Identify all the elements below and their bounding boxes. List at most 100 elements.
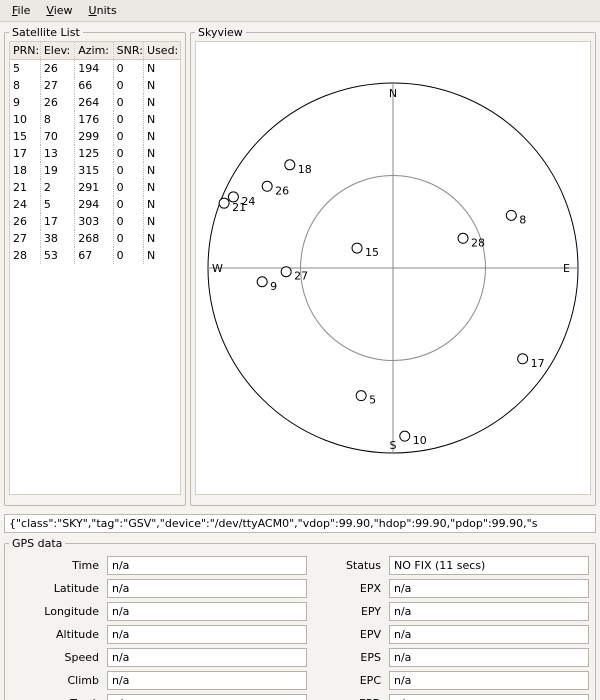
table-row[interactable]: 15702990N <box>10 128 180 145</box>
cell-azim: 67 <box>75 247 113 264</box>
label-time: Time <box>11 559 101 572</box>
satellite-label: 28 <box>471 236 485 249</box>
table-row[interactable]: 26173030N <box>10 213 180 230</box>
cell-used: N <box>144 162 180 179</box>
satellite-label: 10 <box>413 434 427 447</box>
table-row[interactable]: 27382680N <box>10 230 180 247</box>
field-longitude[interactable] <box>107 602 307 621</box>
cell-prn: 26 <box>10 213 40 230</box>
field-climb[interactable] <box>107 671 307 690</box>
label-altitude: Altitude <box>11 628 101 641</box>
table-row[interactable]: 2452940N <box>10 196 180 213</box>
cell-used: N <box>144 196 180 213</box>
field-altitude[interactable] <box>107 625 307 644</box>
field-epy[interactable] <box>389 602 589 621</box>
cell-used: N <box>144 111 180 128</box>
satellite-label: 17 <box>531 357 545 370</box>
cell-snr: 0 <box>113 162 143 179</box>
table-row[interactable]: 5261940N <box>10 60 180 78</box>
field-epd[interactable] <box>389 694 589 700</box>
cell-azim: 303 <box>75 213 113 230</box>
field-track[interactable] <box>107 694 307 700</box>
cell-snr: 0 <box>113 94 143 111</box>
table-row[interactable]: 17131250N <box>10 145 180 162</box>
cell-prn: 28 <box>10 247 40 264</box>
cell-used: N <box>144 179 180 196</box>
header-prn[interactable]: PRN: <box>10 42 40 60</box>
raw-json-line: {"class":"SKY","tag":"GSV","device":"/de… <box>4 514 596 533</box>
cell-prn: 17 <box>10 145 40 162</box>
field-eps[interactable] <box>389 648 589 667</box>
field-status[interactable] <box>389 556 589 575</box>
satellite-marker <box>356 391 366 401</box>
cell-elev: 53 <box>40 247 74 264</box>
cell-azim: 315 <box>75 162 113 179</box>
gps-data-panel: GPS data TimeStatusLatitudeEPXLongitudeE… <box>4 537 596 700</box>
cell-elev: 13 <box>40 145 74 162</box>
field-time[interactable] <box>107 556 307 575</box>
cell-elev: 17 <box>40 213 74 230</box>
cell-prn: 18 <box>10 162 40 179</box>
table-row[interactable]: 827660N <box>10 77 180 94</box>
cell-elev: 26 <box>40 94 74 111</box>
field-epx[interactable] <box>389 579 589 598</box>
satellite-marker <box>518 354 528 364</box>
gps-data-title: GPS data <box>9 537 65 550</box>
satellite-label: 5 <box>369 394 376 407</box>
table-row[interactable]: 9262640N <box>10 94 180 111</box>
cell-azim: 299 <box>75 128 113 145</box>
table-row[interactable]: 2122910N <box>10 179 180 196</box>
label-epx: EPX <box>313 582 383 595</box>
cell-azim: 268 <box>75 230 113 247</box>
field-epv[interactable] <box>389 625 589 644</box>
header-elev[interactable]: Elev: <box>40 42 74 60</box>
label-epv: EPV <box>313 628 383 641</box>
label-speed: Speed <box>11 651 101 664</box>
cell-snr: 0 <box>113 111 143 128</box>
label-epc: EPC <box>313 674 383 687</box>
menu-view[interactable]: View <box>38 2 80 19</box>
satellite-label: 8 <box>519 213 526 226</box>
cell-elev: 5 <box>40 196 74 213</box>
header-used[interactable]: Used: <box>144 42 180 60</box>
header-azim[interactable]: Azim: <box>75 42 113 60</box>
compass-e: E <box>563 262 570 275</box>
field-speed[interactable] <box>107 648 307 667</box>
field-epc[interactable] <box>389 671 589 690</box>
satellite-marker <box>400 431 410 441</box>
table-row[interactable]: 2853670N <box>10 247 180 264</box>
table-row[interactable]: 18193150N <box>10 162 180 179</box>
cell-elev: 8 <box>40 111 74 128</box>
cell-azim: 125 <box>75 145 113 162</box>
cell-snr: 0 <box>113 145 143 162</box>
header-snr[interactable]: SNR: <box>113 42 143 60</box>
menu-units[interactable]: Units <box>81 2 125 19</box>
skyview-panel: Skyview NSEW589101517182124262728 <box>190 26 596 506</box>
cell-prn: 27 <box>10 230 40 247</box>
satellite-list-title: Satellite List <box>9 26 83 39</box>
satellite-marker <box>257 277 267 287</box>
cell-used: N <box>144 94 180 111</box>
cell-snr: 0 <box>113 213 143 230</box>
cell-used: N <box>144 247 180 264</box>
satellite-label: 15 <box>365 246 379 259</box>
cell-used: N <box>144 60 180 78</box>
cell-elev: 27 <box>40 77 74 94</box>
cell-elev: 19 <box>40 162 74 179</box>
cell-used: N <box>144 230 180 247</box>
menu-file[interactable]: File <box>4 2 38 19</box>
satellite-table: PRN: Elev: Azim: SNR: Used: 5261940N8276… <box>10 42 180 264</box>
satellite-marker <box>285 160 295 170</box>
table-row[interactable]: 1081760N <box>10 111 180 128</box>
cell-used: N <box>144 128 180 145</box>
label-longitude: Longitude <box>11 605 101 618</box>
cell-prn: 8 <box>10 77 40 94</box>
cell-elev: 2 <box>40 179 74 196</box>
cell-snr: 0 <box>113 230 143 247</box>
cell-azim: 264 <box>75 94 113 111</box>
satellite-marker <box>506 210 516 220</box>
cell-snr: 0 <box>113 247 143 264</box>
label-latitude: Latitude <box>11 582 101 595</box>
field-latitude[interactable] <box>107 579 307 598</box>
skyview-plot: NSEW589101517182124262728 <box>195 41 591 495</box>
